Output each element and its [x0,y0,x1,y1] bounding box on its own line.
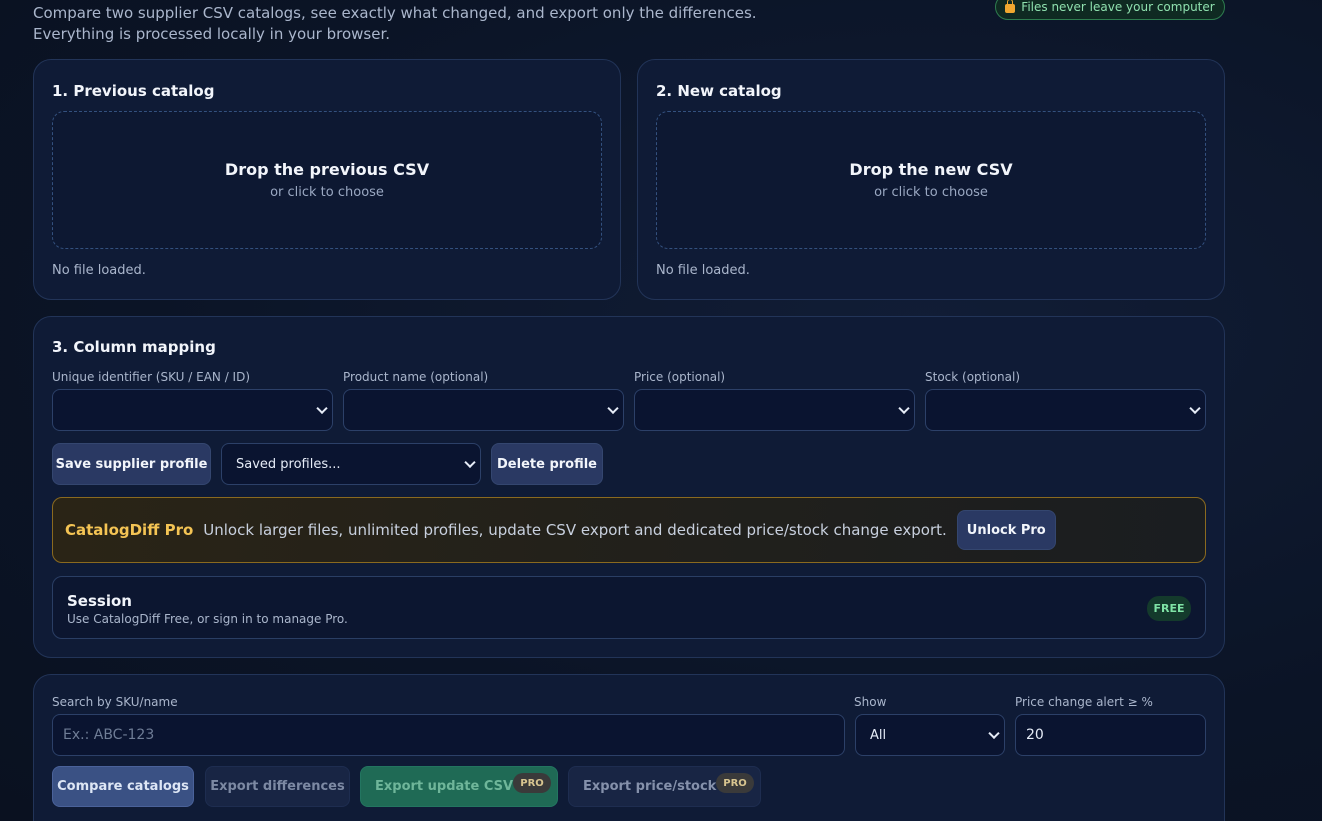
stock-column-label: Stock (optional) [925,370,1021,384]
session-panel: Session Use CatalogDiff Free, or sign in… [52,576,1206,639]
previous-drop-title: Drop the previous CSV [224,160,430,179]
previous-dropzone[interactable]: Drop the previous CSV or click to choose [52,111,602,249]
saved-profiles-select[interactable]: Saved profiles... [221,443,481,485]
show-select-value: All [870,727,887,743]
save-profile-button[interactable]: Save supplier profile [52,443,211,485]
id-column-label: Unique identifier (SKU / EAN / ID) [52,370,251,384]
new-dropzone[interactable]: Drop the new CSV or click to choose [656,111,1206,249]
compare-button[interactable]: Compare catalogs [52,766,194,807]
pro-description: Unlock larger files, unlimited profiles,… [203,521,947,539]
pro-banner: CatalogDiff Pro Unlock larger files, unl… [52,497,1206,563]
price-column-select[interactable] [634,389,915,431]
show-label: Show [854,695,887,709]
chevron-down-icon [988,727,1000,740]
chevron-down-icon [464,456,476,469]
unlock-pro-button[interactable]: Unlock Pro [956,510,1056,550]
price-alert-value: 20 [1026,727,1044,743]
show-select[interactable]: All [855,714,1005,756]
previous-file-status: No file loaded. [52,263,146,278]
lock-icon [1005,0,1016,13]
export-price-stock-label: Export price/stock [583,779,717,794]
price-alert-input[interactable]: 20 [1015,714,1206,756]
privacy-badge-label: Files never leave your computer [1021,0,1215,14]
chevron-down-icon [1189,402,1201,415]
session-title: Session [67,592,132,610]
new-catalog-card: 2. New catalog Drop the new CSV or click… [637,59,1225,300]
export-differences-button[interactable]: Export differences [205,766,350,807]
export-update-pro-tag: PRO [513,773,551,793]
new-drop-title: Drop the new CSV [849,160,1013,179]
pro-brand: CatalogDiff Pro [65,521,194,539]
new-drop-sub: or click to choose [874,185,988,200]
new-file-status: No file loaded. [656,263,750,278]
name-column-label: Product name (optional) [343,370,489,384]
privacy-badge: Files never leave your computer [995,0,1225,20]
previous-catalog-card: 1. Previous catalog Drop the previous CS… [33,59,621,300]
id-column-select[interactable] [52,389,333,431]
chevron-down-icon [898,402,910,415]
column-mapping-title: 3. Column mapping [52,338,216,356]
search-label: Search by SKU/name [52,695,178,709]
plan-badge: FREE [1147,596,1191,621]
search-input[interactable]: Ex.: ABC-123 [52,714,845,756]
price-column-label: Price (optional) [634,370,726,384]
delete-profile-button[interactable]: Delete profile [491,443,603,485]
name-column-select[interactable] [343,389,624,431]
export-update-label: Export update CSV [375,779,514,794]
chevron-down-icon [607,402,619,415]
previous-catalog-title: 1. Previous catalog [52,82,215,100]
stock-column-select[interactable] [925,389,1206,431]
intro-text: Compare two supplier CSV catalogs, see e… [33,4,757,43]
session-subtitle: Use CatalogDiff Free, or sign in to mana… [67,612,348,626]
price-alert-label: Price change alert ≥ % [1015,695,1153,709]
previous-drop-sub: or click to choose [270,185,384,200]
search-placeholder: Ex.: ABC-123 [63,727,155,743]
chevron-down-icon [316,402,328,415]
new-catalog-title: 2. New catalog [656,82,782,100]
export-price-pro-tag: PRO [716,773,754,793]
saved-profiles-value: Saved profiles... [236,456,341,472]
